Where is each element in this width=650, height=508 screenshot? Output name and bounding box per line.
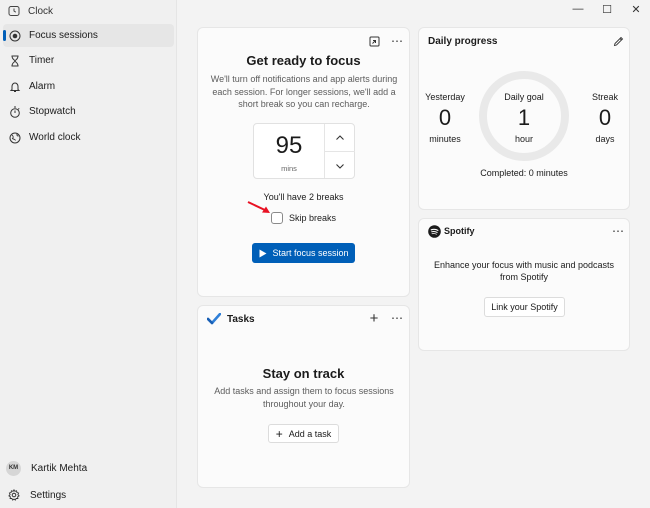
daily-goal-unit: hour <box>514 134 533 144</box>
streak-label: Streak <box>591 92 618 102</box>
settings-button[interactable]: Settings <box>8 487 66 503</box>
clock-app-window: Clock Focus sessions Timer Alarm Stopwat… <box>0 0 650 508</box>
daily-progress-title: Daily progress <box>428 36 498 47</box>
bell-icon <box>9 81 21 92</box>
pencil-icon <box>613 36 623 46</box>
sidebar-item-world-clock[interactable]: World clock <box>3 126 174 149</box>
sidebar: Clock Focus sessions Timer Alarm Stopwat… <box>0 0 177 508</box>
tasks-card: Tasks + ⋯ Stay on track Add tasks and as… <box>197 305 410 488</box>
link-spotify-label: Link your Spotify <box>491 302 558 312</box>
spotify-brand-label: Spotify <box>444 226 475 236</box>
yesterday-label: Yesterday <box>425 92 465 102</box>
spotify-logo-icon <box>428 224 441 238</box>
focus-icon <box>9 30 21 41</box>
app-title-bar: Clock <box>8 4 53 18</box>
completed-text: Completed: 0 minutes <box>480 168 568 178</box>
stopwatch-icon <box>10 106 20 118</box>
sidebar-item-stopwatch[interactable]: Stopwatch <box>3 100 174 123</box>
more-icon: ⋯ <box>391 311 403 325</box>
chevron-up-icon <box>336 134 344 140</box>
close-button[interactable]: ✕ <box>621 0 650 18</box>
add-task-label: Add a task <box>288 428 332 439</box>
streak-unit: days <box>595 134 615 144</box>
maximize-button[interactable]: ☐ <box>592 0 622 18</box>
more-icon: ⋯ <box>612 224 624 238</box>
microsoft-todo-icon <box>207 313 221 325</box>
daily-goal-stat: Daily goal 1 hour <box>478 92 570 144</box>
tasks-header-label: Tasks <box>227 313 255 325</box>
increase-duration-button[interactable] <box>325 124 355 151</box>
more-icon: ⋯ <box>391 34 403 48</box>
sidebar-item-label: Alarm <box>29 81 56 92</box>
tasks-more-options-button[interactable]: ⋯ <box>389 310 405 326</box>
add-task-button[interactable]: + Add a task <box>268 424 339 443</box>
skip-breaks-checkbox[interactable] <box>271 212 283 224</box>
streak-stat: Streak 0 days <box>585 92 625 144</box>
yesterday-value: 0 <box>438 105 452 130</box>
spotify-description: Enhance your focus with music and podcas… <box>433 260 615 282</box>
settings-label: Settings <box>30 489 67 501</box>
start-focus-session-label: Start focus session <box>272 248 349 258</box>
duration-unit: mins <box>281 164 297 173</box>
daily-progress-card: Daily progress Yesterday 0 minutes Daily… <box>418 27 630 210</box>
breaks-count-text: You'll have 2 breaks <box>263 192 344 202</box>
globe-icon <box>9 132 21 143</box>
decrease-duration-button[interactable] <box>325 152 355 179</box>
user-name: Kartik Mehta <box>31 462 88 474</box>
tasks-empty-title: Stay on track <box>262 366 345 381</box>
plus-icon: + <box>369 309 379 327</box>
compact-mode-button[interactable] <box>366 33 382 49</box>
duration-picker: 95 mins <box>253 123 355 179</box>
annotation-arrow-icon <box>247 201 270 213</box>
yesterday-unit: minutes <box>429 134 461 144</box>
clock-app-icon <box>8 6 20 16</box>
focus-session-card: ⋯ Get ready to focus We'll turn off noti… <box>197 27 410 297</box>
sidebar-item-timer[interactable]: Timer <box>3 49 174 72</box>
sidebar-item-label: Timer <box>29 55 55 66</box>
spotify-header: Spotify <box>428 224 475 238</box>
sidebar-item-alarm[interactable]: Alarm <box>3 75 174 98</box>
minimize-button[interactable]: — <box>563 0 593 18</box>
tasks-header: Tasks <box>207 312 255 326</box>
sidebar-item-label: World clock <box>29 132 81 143</box>
tasks-empty-description: Add tasks and assign them to focus sessi… <box>214 386 394 409</box>
skip-breaks-label: Skip breaks <box>289 213 337 223</box>
skip-breaks-option[interactable]: Skip breaks <box>271 211 336 225</box>
gear-icon <box>8 489 20 501</box>
start-focus-session-button[interactable]: Start focus session <box>252 243 355 263</box>
play-icon <box>259 249 267 257</box>
spotify-card: Spotify ⋯ Enhance your focus with music … <box>418 218 630 351</box>
app-title: Clock <box>28 5 54 17</box>
compact-overlay-icon <box>369 36 379 46</box>
spotify-more-options-button[interactable]: ⋯ <box>610 223 626 239</box>
daily-goal-label: Daily goal <box>504 92 544 102</box>
focus-title: Get ready to focus <box>246 53 361 68</box>
link-spotify-button[interactable]: Link your Spotify <box>484 297 565 317</box>
hourglass-icon <box>11 55 19 66</box>
edit-goal-button[interactable] <box>610 33 626 49</box>
sidebar-item-label: Focus sessions <box>29 30 98 41</box>
streak-value: 0 <box>598 105 612 130</box>
avatar: KM <box>6 460 21 476</box>
more-options-button[interactable]: ⋯ <box>389 33 405 49</box>
plus-icon: + <box>275 426 283 441</box>
add-task-icon-button[interactable]: + <box>366 309 382 327</box>
chevron-down-icon <box>336 163 344 169</box>
user-account[interactable]: KM Kartik Mehta <box>6 460 87 476</box>
sidebar-item-focus-sessions[interactable]: Focus sessions <box>3 24 174 47</box>
daily-goal-value: 1 <box>517 105 531 130</box>
focus-description: We'll turn off notifications and app ale… <box>210 74 398 109</box>
yesterday-stat: Yesterday 0 minutes <box>421 92 469 144</box>
selected-indicator <box>3 30 6 41</box>
sidebar-item-label: Stopwatch <box>29 106 76 117</box>
duration-value[interactable]: 95 <box>254 132 324 160</box>
